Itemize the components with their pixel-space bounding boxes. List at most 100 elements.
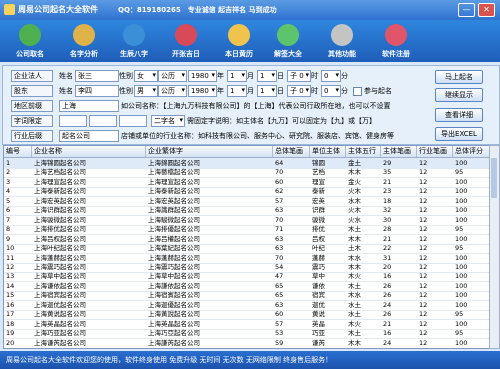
almanac-icon [228, 24, 250, 46]
shareholder-name-input[interactable]: 李四 [75, 85, 119, 97]
day-unit-1: 日 [277, 72, 284, 80]
legal-person-minute-select[interactable]: 0 [321, 70, 341, 82]
table-cell: 谦芮 [312, 338, 325, 347]
fixed-word-label: 字词限定 [11, 115, 53, 127]
tool-other[interactable]: 其他功能 [318, 22, 366, 60]
header-industry-strokes[interactable]: 行业笔画 [417, 146, 453, 157]
fixed-word-input-1[interactable] [59, 115, 87, 127]
table-scrollbar[interactable] [489, 145, 500, 349]
continue-display-button[interactable]: 继续显示 [435, 88, 483, 102]
table-row[interactable]: 20 上海谦芮起名公司 上海謙芮起名公司 59 谦芮 木木 24 12 100 [4, 338, 490, 348]
status-bar: 周易公司起名大全软件欢迎您的使用，软件终身使用 免费升级 无时间 无次数 无网络… [0, 351, 500, 369]
globe-icon [123, 24, 145, 46]
table-header: 编号 企业名称 企业繁体字 总体笔画 单位主体 主体五行 主体笔画 行业笔画 总… [4, 146, 490, 158]
sex-label-2: 性别 [119, 87, 133, 95]
shareholder-year-select[interactable]: 1980 [188, 85, 217, 97]
tool-label: 公司取名 [16, 50, 44, 58]
start-naming-button[interactable]: 马上起名 [435, 70, 483, 84]
tool-company-naming[interactable]: 公司取名 [6, 22, 54, 60]
join-naming-label: 参与起名 [364, 87, 392, 95]
table-cell: 上海谦芮起名公司 [34, 338, 86, 347]
view-detail-button[interactable]: 查看详细 [435, 108, 483, 122]
header-score[interactable]: 总体评分 [453, 146, 490, 157]
tool-bazi[interactable]: 生辰八字 [110, 22, 158, 60]
tool-opening-day[interactable]: 开张吉日 [162, 22, 210, 60]
minute-unit-2: 分 [341, 87, 348, 95]
shareholder-sex-select[interactable]: 男 [134, 85, 158, 97]
table-cell: 木木 [348, 338, 361, 347]
table-cell: 上海謙芮起名公司 [148, 338, 200, 347]
name-length-select[interactable]: 二字名 [151, 115, 185, 127]
header-company-name[interactable]: 企业名称 [32, 146, 146, 157]
header-no[interactable]: 编号 [4, 146, 32, 157]
star-icon [277, 24, 299, 46]
tool-label: 软件注册 [382, 50, 410, 58]
tool-fortune-sticks[interactable]: 解签大全 [264, 22, 312, 60]
month-unit-2: 月 [247, 87, 254, 95]
tool-label: 其他功能 [328, 50, 356, 58]
shareholder-day-select[interactable]: 1 [257, 85, 277, 97]
scroll-thumb[interactable] [491, 158, 497, 198]
input-panel: 企业法人 姓名 张三 性别 女 公历 1980 年 1 月 1 日 子 0 时 … [2, 65, 500, 145]
lock-icon [385, 24, 407, 46]
month-unit-1: 月 [247, 72, 254, 80]
name-label-2: 姓名 [59, 87, 73, 95]
shareholder-hour-select[interactable]: 子 0 [287, 85, 311, 97]
house-icon [19, 24, 41, 46]
industry-suffix-label: 行业后缀 [11, 130, 53, 142]
legal-person-label: 企业法人 [11, 70, 53, 82]
shareholder-month-select[interactable]: 1 [227, 85, 247, 97]
header-total-strokes[interactable]: 总体笔画 [273, 146, 310, 157]
fixed-word-input-3[interactable] [119, 115, 147, 127]
minute-unit-1: 分 [341, 72, 348, 80]
legal-person-hour-select[interactable]: 子 0 [287, 70, 311, 82]
tool-label: 名字分析 [70, 50, 98, 58]
table-cell: 24 [383, 338, 392, 347]
legal-person-name-input[interactable]: 张三 [75, 70, 119, 82]
day-unit-2: 日 [277, 87, 284, 95]
hour-unit-1: 时 [311, 72, 318, 80]
calendar-icon [175, 24, 197, 46]
legal-person-calendar-select[interactable]: 公历 [158, 70, 187, 82]
hour-unit-2: 时 [311, 87, 318, 95]
header-subject[interactable]: 单位主体 [310, 146, 346, 157]
minimize-button[interactable]: — [458, 3, 475, 17]
join-naming-checkbox[interactable] [353, 87, 362, 96]
legal-person-month-select[interactable]: 1 [227, 70, 247, 82]
app-title: 周易公司起名大全软件 [18, 5, 98, 14]
legal-person-sex-select[interactable]: 女 [134, 70, 158, 82]
shareholder-minute-select[interactable]: 0 [321, 85, 341, 97]
tool-label: 本日黄历 [225, 50, 253, 58]
shareholder-calendar-select[interactable]: 公历 [158, 85, 187, 97]
industry-hint: 店铺或单位的行业名称：如科技有限公司、服务中心、研究院、服装店、宾馆、健身房等 [121, 132, 394, 140]
table-cell: 100 [455, 338, 468, 347]
export-excel-button[interactable]: 导出EXCEL [435, 127, 483, 141]
tool-today-almanac[interactable]: 本日黄历 [215, 22, 263, 60]
tool-register[interactable]: 软件注册 [372, 22, 420, 60]
table-cell: 12 [419, 338, 428, 347]
toolbar: 公司取名 名字分析 生辰八字 开张吉日 本日黄历 解签大全 其他功能 软件注册 [0, 20, 500, 62]
sex-label-1: 性别 [119, 72, 133, 80]
header-traditional[interactable]: 企业繁体字 [146, 146, 273, 157]
fixed-word-input-2[interactable] [89, 115, 117, 127]
close-button[interactable]: ✕ [478, 3, 495, 17]
app-window: 周易公司起名大全软件 QQ：819180265 专业诚信 起吉祥名 马到成功 —… [0, 0, 500, 369]
industry-suffix-input[interactable]: 起名公司 [59, 130, 119, 142]
region-prefix-input[interactable]: 上海 [59, 100, 119, 112]
tool-label: 生辰八字 [120, 50, 148, 58]
header-element[interactable]: 主体五行 [346, 146, 381, 157]
table-cell: 59 [275, 338, 284, 347]
region-prefix-label: 地区前缀 [11, 100, 53, 112]
app-logo-icon [4, 4, 15, 15]
name-label-1: 姓名 [59, 72, 73, 80]
fixed-word-hint: 需固定字说明：如主体名【九万】可以固定为【九】或【万】 [187, 117, 376, 125]
tools-icon [331, 24, 353, 46]
legal-person-day-select[interactable]: 1 [257, 70, 277, 82]
tool-label: 开张吉日 [172, 50, 200, 58]
tool-name-analysis[interactable]: 名字分析 [60, 22, 108, 60]
region-hint: 如公司名称：【上海九万科技有限公司】的【上海】代表公司行政所在地，也可以不设置 [121, 102, 391, 110]
legal-person-year-select[interactable]: 1980 [188, 70, 217, 82]
header-subject-strokes[interactable]: 主体笔画 [381, 146, 417, 157]
year-unit-2: 年 [217, 87, 224, 95]
table-cell: 20 [6, 338, 15, 347]
